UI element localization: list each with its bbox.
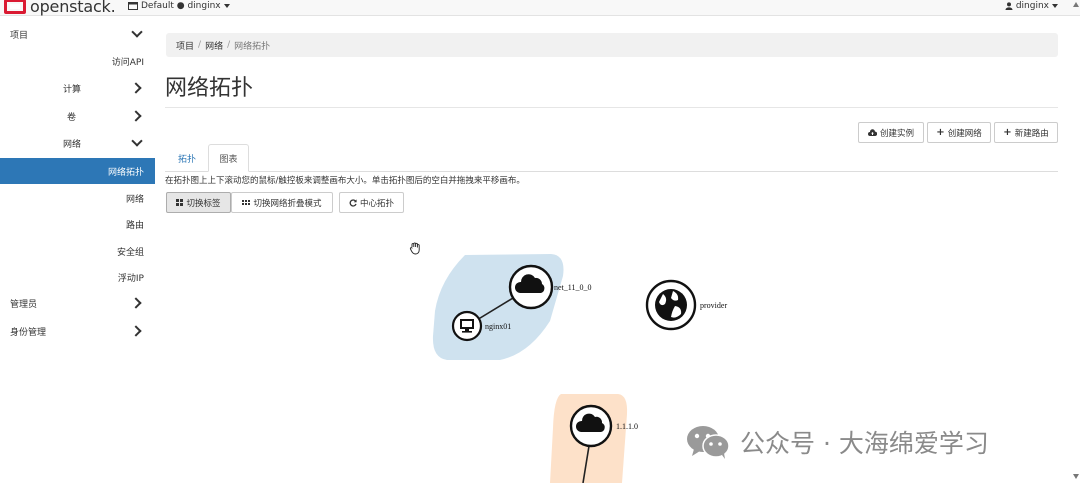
create-network-button[interactable]: + 创建网络 bbox=[927, 122, 991, 143]
breadcrumb-current: 网络拓扑 bbox=[234, 41, 271, 52]
chevron-down-icon bbox=[223, 4, 230, 8]
instance-label: nginx01 bbox=[485, 322, 511, 331]
sidebar-item-security-groups[interactable]: 安全组 bbox=[0, 238, 155, 264]
breadcrumb: 项目 / 网络 / 网络拓扑 bbox=[166, 33, 1058, 57]
chevron-right-icon bbox=[131, 81, 143, 93]
chevron-down-icon bbox=[131, 136, 143, 148]
breadcrumb-project[interactable]: 项目 bbox=[176, 39, 194, 52]
sidebar-item-networks[interactable]: 网络 bbox=[0, 185, 155, 211]
network-label: 1.1.1.0 bbox=[616, 422, 638, 431]
tabs-divider bbox=[165, 171, 1058, 172]
watermark: 公众号 · 大海绵爱学习 bbox=[686, 424, 989, 460]
toggle-network-collapse-button[interactable]: 切换网络折叠模式 bbox=[231, 192, 333, 213]
openstack-logo[interactable]: openstack. bbox=[4, 0, 116, 16]
network-label: net_11_0_0 bbox=[554, 283, 591, 292]
top-navbar: openstack. Default ● dinginx dinginx bbox=[0, 0, 1080, 16]
sidebar-item-api-access[interactable]: 访问API bbox=[0, 48, 155, 74]
create-router-button[interactable]: + 新建路由 bbox=[994, 122, 1058, 143]
chevron-down-icon bbox=[1052, 4, 1058, 8]
center-topology-button[interactable]: 中心拓扑 bbox=[339, 192, 404, 213]
toggle-labels-button[interactable]: 切换标签 bbox=[166, 192, 231, 213]
user-icon bbox=[1005, 2, 1013, 10]
sidebar-item-compute[interactable]: 计算 bbox=[0, 75, 155, 101]
network-net_11_0_0[interactable]: net_11_0_0 nginx01 bbox=[432, 254, 592, 360]
user-menu[interactable]: dinginx bbox=[1005, 1, 1058, 11]
project-list-icon bbox=[128, 2, 138, 10]
sidebar-item-project[interactable]: 项目 bbox=[0, 21, 155, 47]
external-network-label: provider bbox=[700, 301, 727, 310]
sidebar-item-identity[interactable]: 身份管理 bbox=[0, 318, 155, 344]
sidebar-item-network-topology[interactable]: 网络拓扑 bbox=[0, 158, 155, 184]
sidebar: 项目 访问API 计算 卷 网络 网络拓扑 网络 路由 安全组 浮动IP 管理员… bbox=[0, 17, 155, 483]
divider bbox=[165, 107, 1058, 108]
hand-cursor-icon bbox=[409, 242, 420, 255]
sidebar-item-admin[interactable]: 管理员 bbox=[0, 290, 155, 316]
network-1.1.1.0[interactable]: 1.1.1.0 bbox=[550, 394, 638, 483]
network-node[interactable] bbox=[508, 264, 554, 310]
sidebar-item-network[interactable]: 网络 bbox=[0, 130, 155, 156]
chevron-down-icon bbox=[131, 27, 143, 39]
sidebar-item-volumes[interactable]: 卷 bbox=[0, 103, 155, 129]
scrollbar-up-arrow[interactable] bbox=[1073, 2, 1079, 7]
network-node[interactable] bbox=[569, 404, 613, 448]
tab-graph[interactable]: 图表 bbox=[208, 144, 249, 172]
project-picker[interactable]: Default ● dinginx bbox=[128, 1, 230, 11]
plus-icon: + bbox=[936, 127, 945, 138]
scrollbar-down-arrow[interactable] bbox=[1073, 474, 1079, 479]
chevron-right-icon bbox=[131, 109, 143, 121]
sidebar-item-floating-ips[interactable]: 浮动IP bbox=[0, 264, 155, 290]
tab-topology[interactable]: 拓扑 bbox=[166, 144, 208, 172]
breadcrumb-network[interactable]: 网络 bbox=[205, 39, 223, 52]
page-title: 网络拓扑 bbox=[165, 76, 254, 101]
globe-icon bbox=[655, 289, 687, 321]
cloud-upload-icon bbox=[867, 129, 877, 136]
chevron-right-icon bbox=[131, 324, 143, 336]
plus-icon: + bbox=[1003, 127, 1012, 138]
openstack-logo-icon bbox=[4, 0, 26, 14]
chevron-right-icon bbox=[131, 296, 143, 308]
topology-hint: 在拓扑图上上下滚动您的鼠标/触控板来调整画布大小。单击拓扑图后的空白并拖拽来平移… bbox=[165, 176, 525, 186]
wechat-icon bbox=[687, 426, 730, 459]
create-instance-button[interactable]: 创建实例 bbox=[858, 122, 924, 143]
external-network-provider[interactable]: provider bbox=[645, 279, 727, 331]
th-large-icon bbox=[176, 199, 184, 206]
th-icon bbox=[242, 200, 251, 205]
instance-node[interactable] bbox=[451, 310, 483, 342]
sidebar-item-routers[interactable]: 路由 bbox=[0, 211, 155, 237]
refresh-icon bbox=[349, 198, 357, 207]
